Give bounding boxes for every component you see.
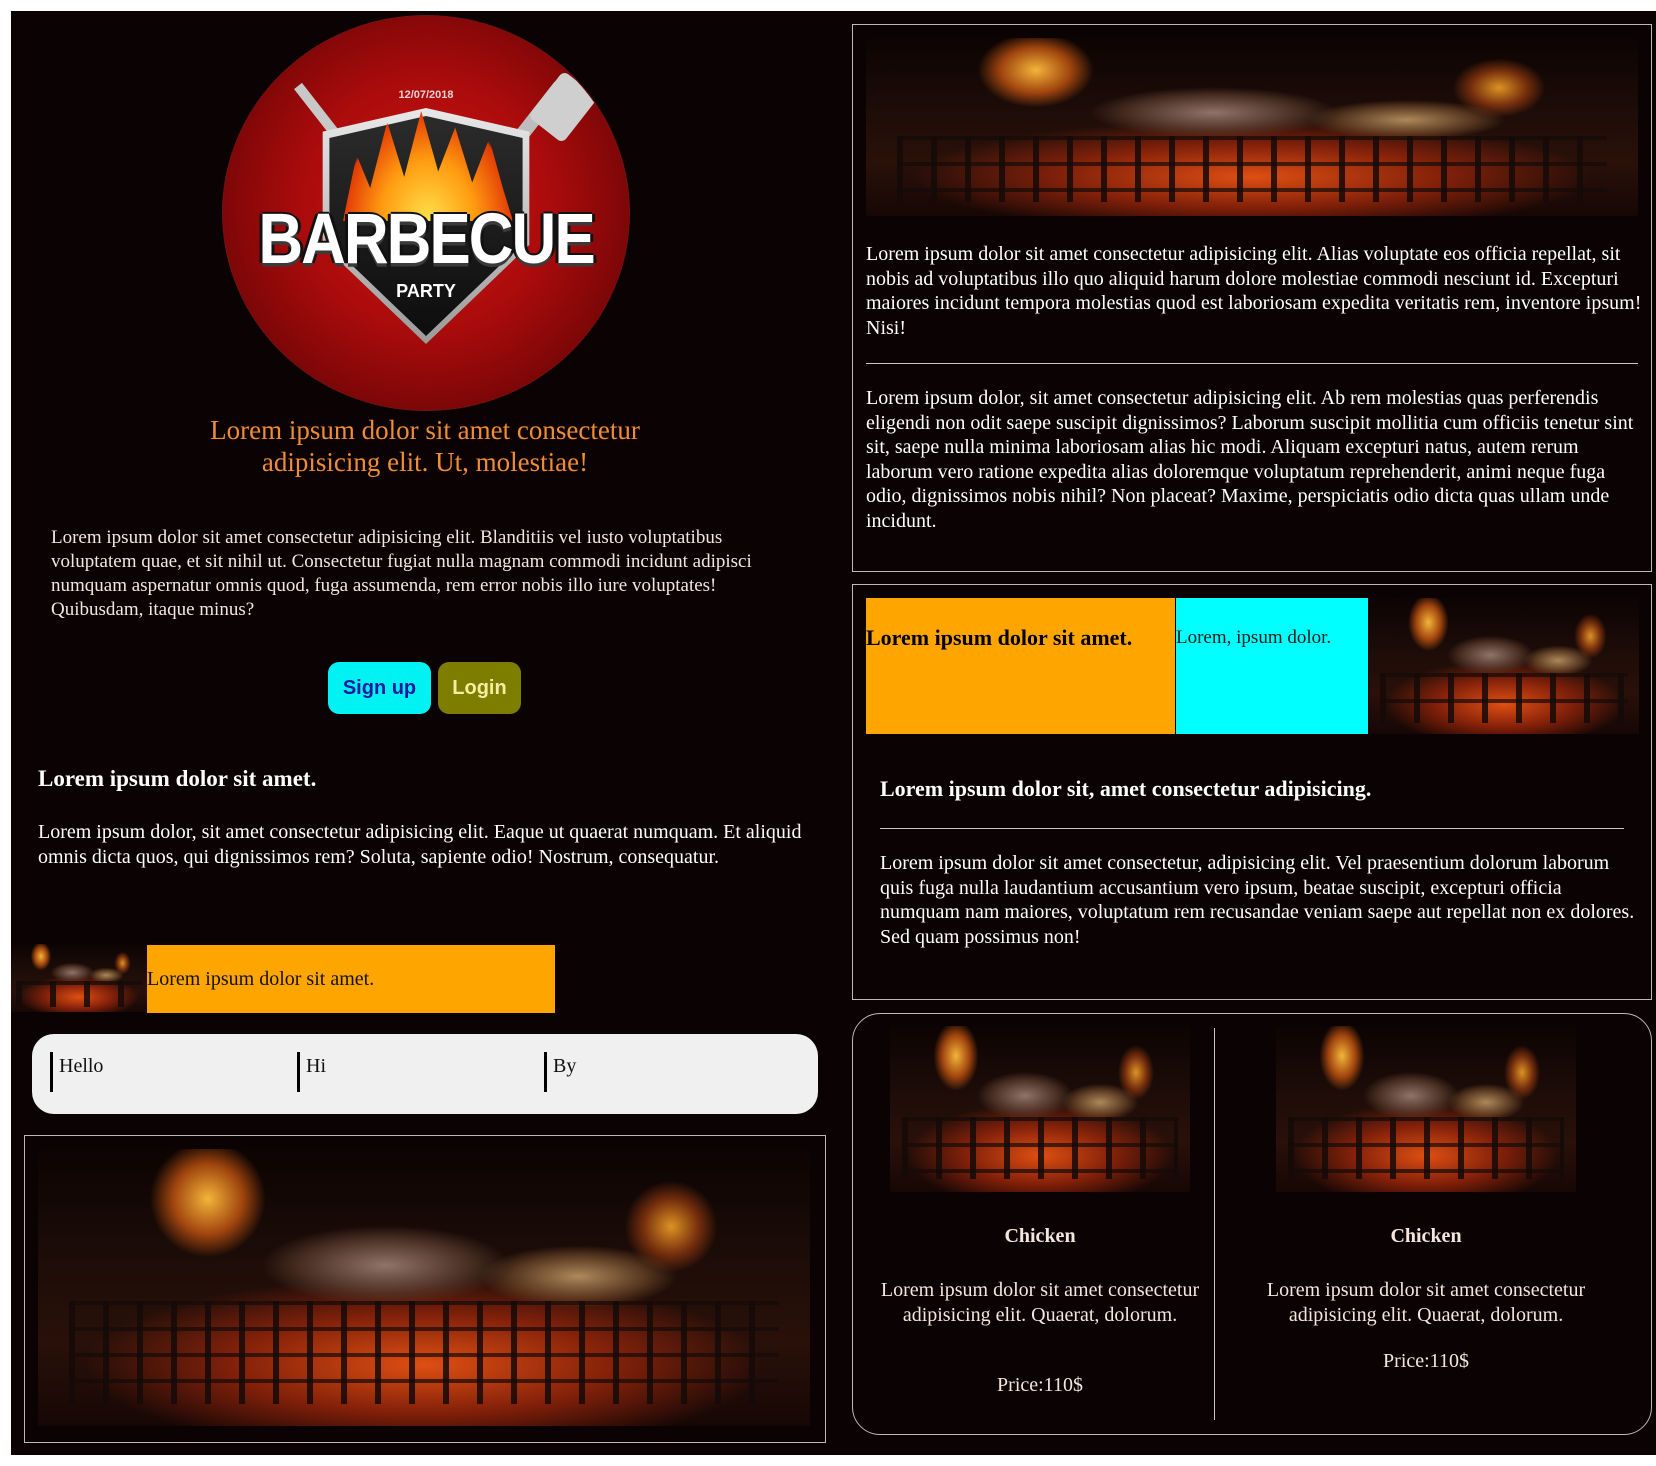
grill-banner-image — [38, 1149, 810, 1426]
product-card-title: Chicken — [1390, 1225, 1462, 1247]
logo-subtitle: PARTY — [396, 281, 456, 301]
section-paragraph: Lorem ipsum dolor, sit amet consectetur … — [38, 821, 802, 868]
logo-date: 12/07/2018 — [398, 89, 454, 101]
feature-image — [1369, 598, 1639, 734]
feature-cyan-cell: Lorem, ipsum dolor. — [1176, 598, 1368, 734]
nav-item-hello[interactable]: Hello — [50, 1052, 103, 1092]
grill-thumbnail-image — [11, 944, 147, 1012]
article-divider — [866, 363, 1638, 364]
feature-paragraph: Lorem ipsum dolor sit amet consectetur, … — [880, 852, 1635, 948]
article-paragraph-2: Lorem ipsum dolor, sit amet consectetur … — [866, 387, 1634, 532]
product-card-description: Lorem ipsum dolor sit amet consectetur a… — [1266, 1279, 1586, 1326]
feature-heading: Lorem ipsum dolor sit, amet consectetur … — [880, 776, 1372, 801]
product-card-image — [1276, 1026, 1576, 1192]
feature-divider — [880, 828, 1624, 829]
nav-item-hi[interactable]: Hi — [297, 1052, 326, 1092]
product-card-price: Price:110$ — [997, 1374, 1083, 1396]
cards-divider — [1214, 1028, 1215, 1420]
logo-title: BARBECUE — [258, 199, 595, 280]
hero-intro: Lorem ipsum dolor sit amet consectetur a… — [51, 527, 752, 620]
section-heading: Lorem ipsum dolor sit amet. — [38, 766, 317, 791]
article-image — [866, 38, 1638, 216]
login-button[interactable]: Login — [438, 662, 521, 714]
highlight-strip: Lorem ipsum dolor sit amet. — [147, 945, 555, 1013]
product-card-image — [890, 1026, 1190, 1192]
product-card-price: Price:110$ — [1383, 1350, 1469, 1372]
product-card-description: Lorem ipsum dolor sit amet consectetur a… — [880, 1279, 1200, 1326]
hero-tagline: Lorem ipsum dolor sit amet consectetur a… — [210, 415, 640, 477]
nav-item-by[interactable]: By — [544, 1052, 576, 1092]
nav-bar: Hello Hi By — [32, 1034, 818, 1114]
signup-button[interactable]: Sign up — [328, 662, 431, 714]
feature-orange-cell: Lorem ipsum dolor sit amet. — [866, 598, 1175, 734]
product-card-title: Chicken — [1004, 1225, 1076, 1247]
barbecue-party-logo: 12/07/2018 BARBECUE PARTY — [222, 15, 630, 411]
article-paragraph-1: Lorem ipsum dolor sit amet consectetur a… — [866, 243, 1642, 339]
